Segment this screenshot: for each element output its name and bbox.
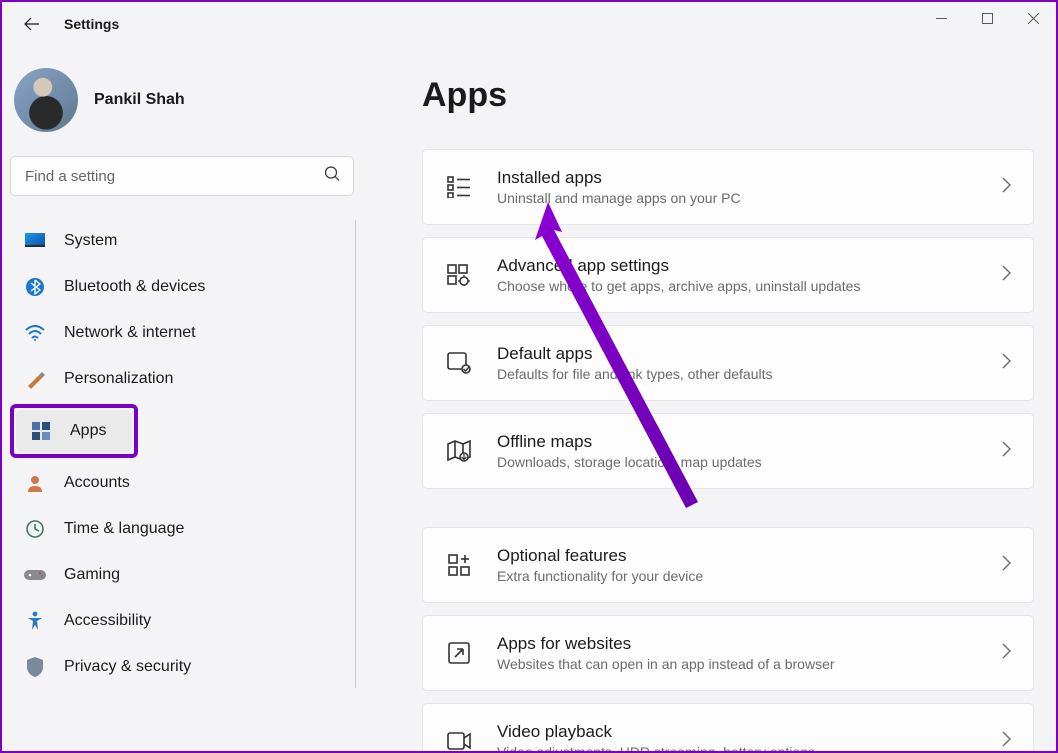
card-offline-maps[interactable]: Offline maps Downloads, storage location,… xyxy=(422,413,1034,489)
shield-icon xyxy=(24,656,46,678)
chevron-right-icon xyxy=(1002,265,1011,286)
bluetooth-icon xyxy=(24,276,46,298)
card-title: Apps for websites xyxy=(497,634,990,654)
system-icon xyxy=(24,230,46,252)
chevron-right-icon xyxy=(1002,643,1011,664)
card-optional-features[interactable]: Optional features Extra functionality for… xyxy=(422,527,1034,603)
sidebar-item-apps[interactable]: Apps xyxy=(16,410,132,452)
card-advanced-app-settings[interactable]: Advanced app settings Choose where to get… xyxy=(422,237,1034,313)
sidebar-item-label: Bluetooth & devices xyxy=(64,278,205,296)
sidebar-item-label: System xyxy=(64,232,117,250)
chevron-right-icon xyxy=(1002,177,1011,198)
back-button[interactable] xyxy=(22,14,42,34)
card-title: Optional features xyxy=(497,546,990,566)
sidebar-item-accounts[interactable]: Accounts xyxy=(10,462,354,504)
sidebar-item-time-language[interactable]: Time & language xyxy=(10,508,354,550)
minimize-icon xyxy=(936,13,947,24)
optional-features-icon xyxy=(445,551,473,579)
chevron-right-icon xyxy=(1002,555,1011,576)
clock-icon xyxy=(24,518,46,540)
card-subtitle: Defaults for file and link types, other … xyxy=(497,366,990,382)
card-installed-apps[interactable]: Installed apps Uninstall and manage apps … xyxy=(422,149,1034,225)
card-list: Installed apps Uninstall and manage apps … xyxy=(422,149,1034,751)
accessibility-icon xyxy=(24,610,46,632)
sidebar-item-bluetooth[interactable]: Bluetooth & devices xyxy=(10,266,354,308)
chevron-right-icon xyxy=(1002,353,1011,374)
card-title: Advanced app settings xyxy=(497,256,990,276)
chevron-right-icon xyxy=(1002,731,1011,752)
card-apps-for-websites[interactable]: Apps for websites Websites that can open … xyxy=(422,615,1034,691)
sidebar-item-privacy[interactable]: Privacy & security xyxy=(10,646,354,688)
apps-icon xyxy=(30,420,52,442)
sidebar-item-label: Gaming xyxy=(64,566,120,584)
sidebar-item-label: Personalization xyxy=(64,370,173,388)
card-subtitle: Video adjustments, HDR streaming, batter… xyxy=(497,744,990,751)
window-controls xyxy=(918,2,1056,34)
card-subtitle: Websites that can open in an app instead… xyxy=(497,656,990,672)
card-title: Video playback xyxy=(497,722,990,742)
search-input[interactable] xyxy=(10,156,354,196)
card-title: Default apps xyxy=(497,344,990,364)
default-apps-icon xyxy=(445,349,473,377)
search-wrap xyxy=(10,156,354,196)
close-button[interactable] xyxy=(1010,2,1056,34)
sidebar-item-label: Network & internet xyxy=(64,324,196,342)
page-title: Apps xyxy=(422,76,1034,115)
maximize-icon xyxy=(982,13,993,24)
sidebar-item-accessibility[interactable]: Accessibility xyxy=(10,600,354,642)
sidebar-item-label: Accessibility xyxy=(64,612,151,630)
card-default-apps[interactable]: Default apps Defaults for file and link t… xyxy=(422,325,1034,401)
sidebar-item-network[interactable]: Network & internet xyxy=(10,312,354,354)
sidebar-item-gaming[interactable]: Gaming xyxy=(10,554,354,596)
offline-maps-icon xyxy=(445,437,473,465)
titlebar: Settings xyxy=(2,2,1056,46)
sidebar-item-label: Time & language xyxy=(64,520,184,538)
wifi-icon xyxy=(24,322,46,344)
main-content: Apps Installed apps Uninstall and manage … xyxy=(362,46,1056,751)
card-subtitle: Extra functionality for your device xyxy=(497,568,990,584)
nav-list: System Bluetooth & devices Network & int… xyxy=(10,220,354,688)
card-video-playback[interactable]: Video playback Video adjustments, HDR str… xyxy=(422,703,1034,751)
annotation-highlight: Apps xyxy=(10,404,138,458)
apps-websites-icon xyxy=(445,639,473,667)
search-icon xyxy=(324,166,340,187)
accounts-icon xyxy=(24,472,46,494)
chevron-right-icon xyxy=(1002,441,1011,462)
minimize-button[interactable] xyxy=(918,2,964,34)
video-playback-icon xyxy=(445,727,473,751)
window-title: Settings xyxy=(64,16,119,32)
card-subtitle: Uninstall and manage apps on your PC xyxy=(497,190,990,206)
sidebar-item-label: Accounts xyxy=(64,474,130,492)
installed-apps-icon xyxy=(445,173,473,201)
avatar xyxy=(14,68,78,132)
gaming-icon xyxy=(24,564,46,586)
maximize-button[interactable] xyxy=(964,2,1010,34)
sidebar: Pankil Shah System Bluetooth & devices N… xyxy=(2,46,362,751)
card-title: Offline maps xyxy=(497,432,990,452)
sidebar-item-label: Privacy & security xyxy=(64,658,191,676)
sidebar-item-personalization[interactable]: Personalization xyxy=(10,358,354,400)
sidebar-item-label: Apps xyxy=(70,422,106,440)
profile-name: Pankil Shah xyxy=(94,91,185,109)
sidebar-item-system[interactable]: System xyxy=(10,220,354,262)
personalization-icon xyxy=(24,368,46,390)
card-subtitle: Downloads, storage location, map updates xyxy=(497,454,990,470)
card-title: Installed apps xyxy=(497,168,990,188)
profile-block[interactable]: Pankil Shah xyxy=(10,54,354,156)
advanced-settings-icon xyxy=(445,261,473,289)
back-arrow-icon xyxy=(24,16,40,32)
card-subtitle: Choose where to get apps, archive apps, … xyxy=(497,278,990,294)
close-icon xyxy=(1028,13,1039,24)
